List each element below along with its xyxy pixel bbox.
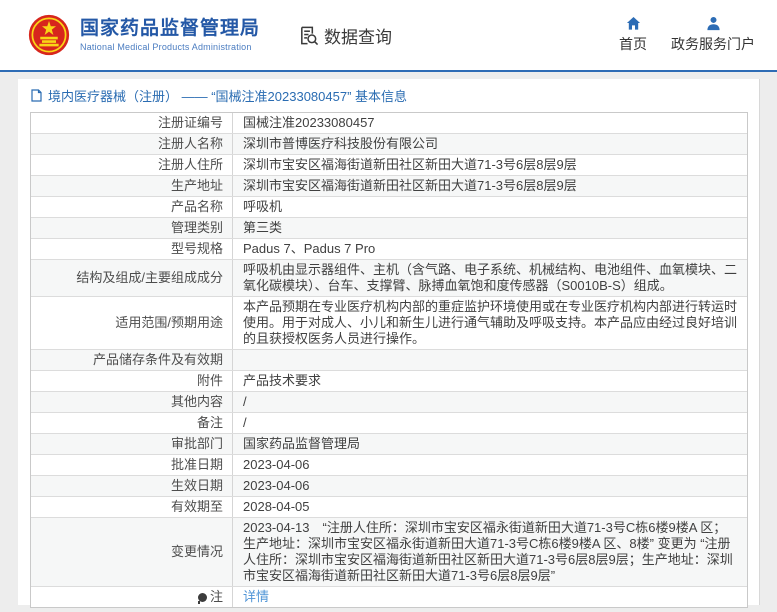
row-label: 变更情况 (31, 518, 233, 586)
table-row: 其他内容/ (31, 391, 747, 412)
row-label: 附件 (31, 371, 233, 391)
row-label: 结构及组成/主要组成成分 (31, 260, 233, 296)
site-header: 国家药品监督管理局 National Medical Products Admi… (0, 0, 777, 70)
top-nav: 首页 政务服务门户 (619, 16, 755, 54)
site-subtitle: National Medical Products Administration (80, 42, 260, 52)
table-row: 注册人名称深圳市普博医疗科技股份有限公司 (31, 133, 747, 154)
row-value: / (233, 392, 747, 412)
header-divider (0, 70, 777, 72)
row-label: 备注 (31, 413, 233, 433)
table-row: 注详情 (31, 586, 747, 607)
content-panel: 境内医疗器械（注册） —— “国械注准20233080457” 基本信息 注册证… (18, 79, 760, 605)
row-label: 审批部门 (31, 434, 233, 454)
details-link[interactable]: 详情 (243, 589, 269, 605)
row-label: 型号规格 (31, 239, 233, 259)
row-value: 2023-04-13 “注册人住所：深圳市宝安区福永街道新田大道71-3号C栋6… (233, 518, 747, 586)
table-row: 产品储存条件及有效期 (31, 349, 747, 370)
table-row: 注册人住所深圳市宝安区福海街道新田社区新田大道71-3号6层8层9层 (31, 154, 747, 175)
table-row: 批准日期2023-04-06 (31, 454, 747, 475)
table-row: 注册证编号国械注准20233080457 (31, 113, 747, 133)
row-value: 深圳市宝安区福海街道新田社区新田大道71-3号6层8层9层 (233, 155, 747, 175)
row-value: 本产品预期在专业医疗机构内部的重症监护环境使用或在专业医疗机构内部进行转运时使用… (233, 297, 747, 349)
row-label: 产品名称 (31, 197, 233, 217)
data-query-label: 数据查询 (324, 23, 392, 48)
row-value: 2023-04-06 (233, 476, 747, 496)
site-brand: 国家药品监督管理局 National Medical Products Admi… (28, 14, 260, 56)
row-label: 生产地址 (31, 176, 233, 196)
row-value: 深圳市宝安区福海街道新田社区新田大道71-3号6层8层9层 (233, 176, 747, 196)
nav-item-label: 政务服务门户 (671, 34, 755, 54)
row-value: 2028-04-05 (233, 497, 747, 517)
row-value: 呼吸机由显示器组件、主机（含气路、电子系统、机械结构、电池组件、血氧模块、二氧化… (233, 260, 747, 296)
table-row: 结构及组成/主要组成成分呼吸机由显示器组件、主机（含气路、电子系统、机械结构、电… (31, 259, 747, 296)
document-search-icon (298, 25, 319, 46)
row-label: 适用范围/预期用途 (31, 297, 233, 349)
table-row: 变更情况2023-04-13 “注册人住所：深圳市宝安区福永街道新田大道71-3… (31, 517, 747, 586)
row-label: 注册人住所 (31, 155, 233, 175)
row-value: 详情 (233, 587, 747, 607)
table-row: 审批部门国家药品监督管理局 (31, 433, 747, 454)
row-value: 国家药品监督管理局 (233, 434, 747, 454)
breadcrumb-text: 境内医疗器械（注册） —— “国械注准20233080457” 基本信息 (48, 86, 407, 105)
document-icon (31, 89, 42, 102)
national-emblem-logo (28, 14, 70, 56)
nav-item-gov-portal[interactable]: 政务服务门户 (671, 16, 755, 54)
row-label: 生效日期 (31, 476, 233, 496)
table-row: 适用范围/预期用途本产品预期在专业医疗机构内部的重症监护环境使用或在专业医疗机构… (31, 296, 747, 349)
row-value: 产品技术要求 (233, 371, 747, 391)
row-value: 呼吸机 (233, 197, 747, 217)
breadcrumb: 境内医疗器械（注册） —— “国械注准20233080457” 基本信息 (18, 79, 759, 112)
table-row: 产品名称呼吸机 (31, 196, 747, 217)
row-label: 其他内容 (31, 392, 233, 412)
row-value: / (233, 413, 747, 433)
table-row: 生产地址深圳市宝安区福海街道新田社区新田大道71-3号6层8层9层 (31, 175, 747, 196)
nav-item-label: 首页 (619, 34, 647, 54)
table-row: 生效日期2023-04-06 (31, 475, 747, 496)
table-row: 有效期至2028-04-05 (31, 496, 747, 517)
row-value: 深圳市普博医疗科技股份有限公司 (233, 134, 747, 154)
row-value (233, 350, 747, 370)
table-row: 备注/ (31, 412, 747, 433)
row-value: 2023-04-06 (233, 455, 747, 475)
row-label: 管理类别 (31, 218, 233, 238)
row-label: 注 (31, 587, 233, 607)
table-row: 附件产品技术要求 (31, 370, 747, 391)
row-value: Padus 7、Padus 7 Pro (233, 239, 747, 259)
home-icon (626, 16, 641, 31)
row-label: 批准日期 (31, 455, 233, 475)
row-label: 注册证编号 (31, 113, 233, 133)
row-label: 有效期至 (31, 497, 233, 517)
site-title: 国家药品监督管理局 (80, 18, 260, 40)
note-pin-icon (198, 593, 207, 602)
row-value: 第三类 (233, 218, 747, 238)
data-query-button[interactable]: 数据查询 (298, 23, 392, 48)
row-value: 国械注准20233080457 (233, 113, 747, 133)
person-icon (706, 16, 721, 31)
nav-item-home[interactable]: 首页 (619, 16, 647, 54)
table-row: 型号规格Padus 7、Padus 7 Pro (31, 238, 747, 259)
table-row: 管理类别第三类 (31, 217, 747, 238)
registration-table: 注册证编号国械注准20233080457注册人名称深圳市普博医疗科技股份有限公司… (30, 112, 748, 608)
row-label: 产品储存条件及有效期 (31, 350, 233, 370)
row-label: 注册人名称 (31, 134, 233, 154)
brand-text: 国家药品监督管理局 National Medical Products Admi… (80, 18, 260, 52)
